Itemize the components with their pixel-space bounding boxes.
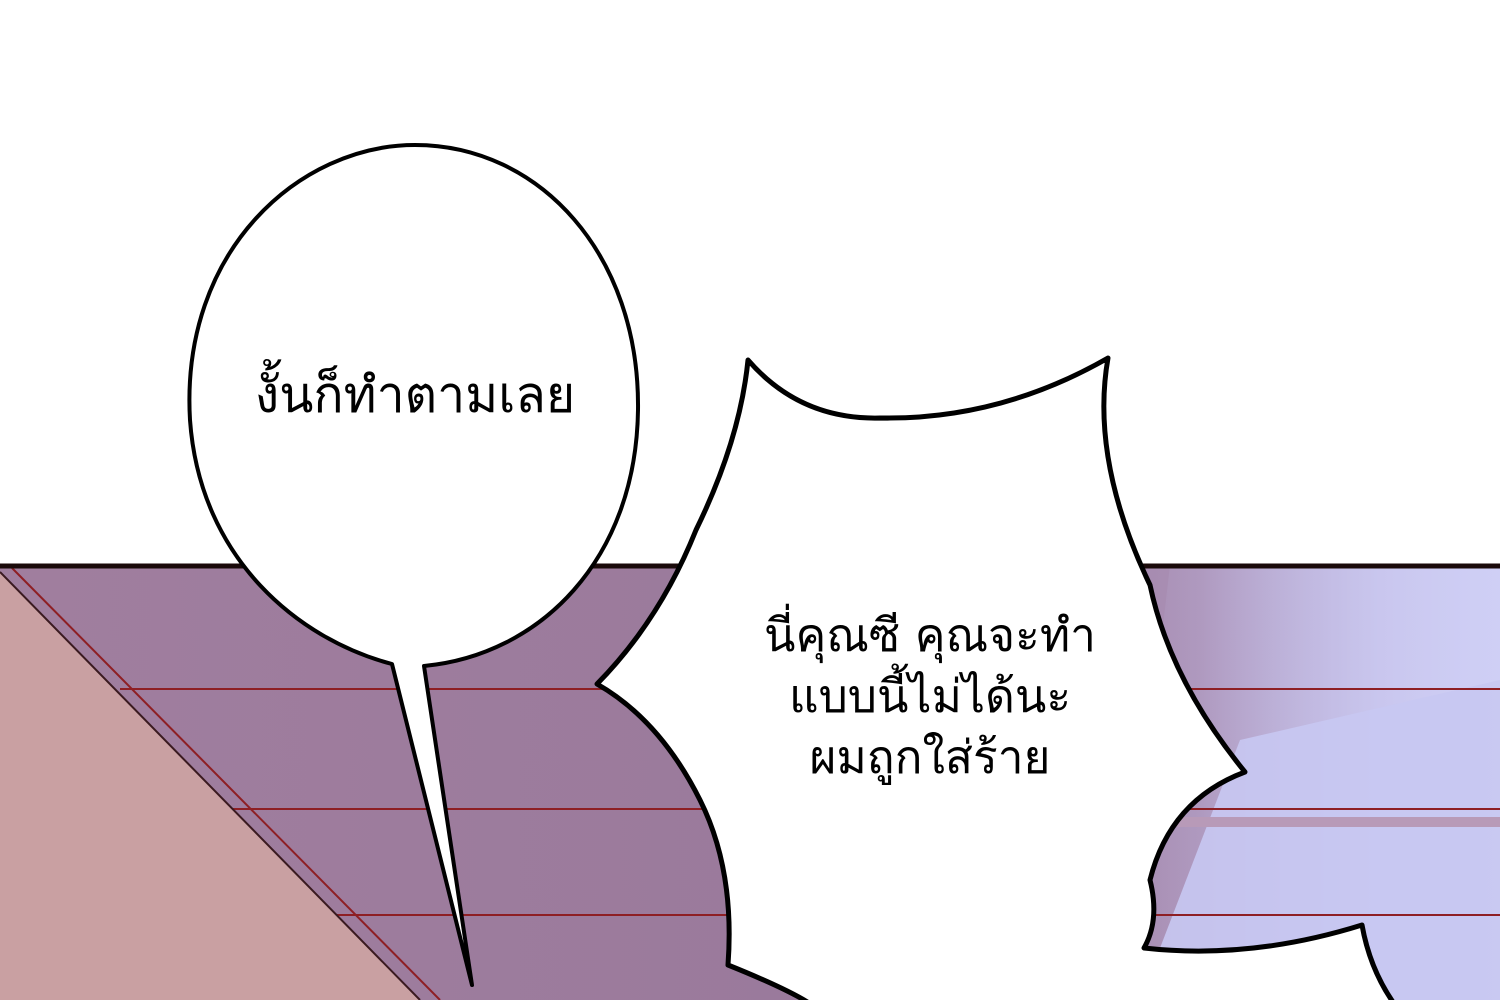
oval-bubble-text: งั้นก็ทำตามเลย <box>254 366 576 424</box>
spiky-bubble-text: นี่คุณซี คุณจะทำ แบบนี้ไม่ได้นะ ผมถูกใส่… <box>700 605 1160 788</box>
panel-artwork <box>0 0 1500 1000</box>
spiky-bubble-line: แบบนี้ไม่ได้นะ <box>788 669 1072 723</box>
comic-panel: งั้นก็ทำตามเลย นี่คุณซี คุณจะทำ แบบนี้ไม… <box>0 0 1500 1000</box>
spiky-bubble-line: ผมถูกใส่ร้าย <box>809 730 1051 784</box>
spiky-bubble-line: นี่คุณซี คุณจะทำ <box>764 608 1096 662</box>
